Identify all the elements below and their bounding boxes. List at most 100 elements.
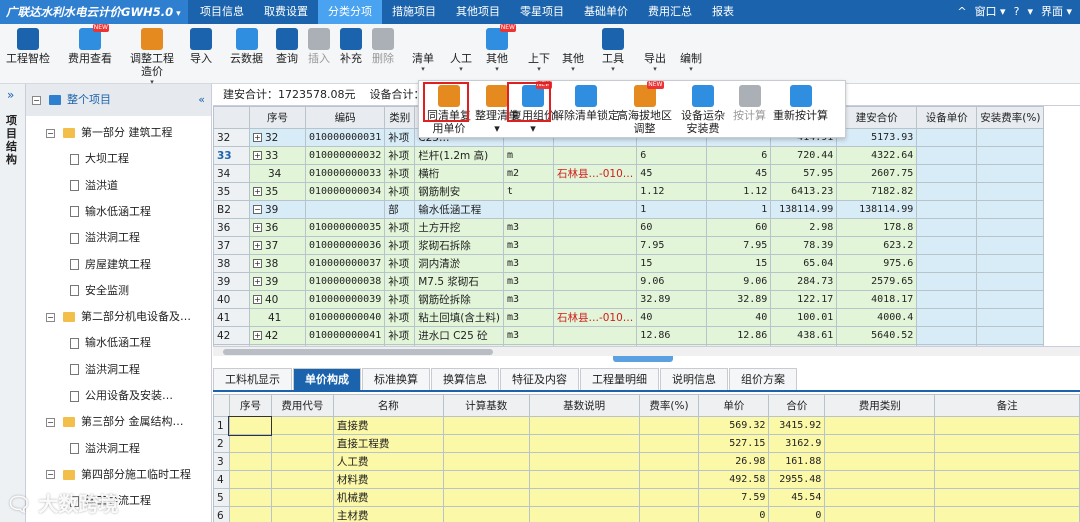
expand-icon[interactable]: + bbox=[253, 259, 262, 268]
expand-icon[interactable]: + bbox=[253, 187, 262, 196]
category-cell[interactable]: 补项 bbox=[384, 308, 416, 327]
total-price-cell[interactable]: 4322.64 bbox=[836, 146, 918, 165]
expression-cell[interactable]: 15 bbox=[636, 254, 708, 273]
remark-cell[interactable] bbox=[934, 488, 1080, 507]
unit-price-cell[interactable]: 0 bbox=[698, 506, 770, 522]
install-rate-cell[interactable] bbox=[976, 272, 1045, 291]
equipment-price-cell[interactable] bbox=[916, 200, 978, 219]
base-cell[interactable] bbox=[442, 488, 530, 507]
seq-cell[interactable] bbox=[228, 488, 272, 507]
menu-item[interactable]: 措施项目 bbox=[382, 0, 446, 24]
tree-leaf[interactable]: 溢洪洞工程 bbox=[70, 225, 140, 251]
install-rate-cell[interactable] bbox=[976, 128, 1045, 147]
total-price-cell[interactable]: 0 bbox=[768, 506, 826, 522]
name-cell[interactable]: 材料费 bbox=[332, 470, 444, 489]
table-row[interactable]: 37 +37 010000000036 补项 浆砌石拆除 m3 7.95 7.95 78.39 6… bbox=[213, 236, 1045, 255]
code-cell[interactable]: 010000000038 bbox=[304, 272, 386, 291]
collapse-toggle-icon[interactable]: − bbox=[46, 312, 55, 322]
code-cell[interactable] bbox=[270, 416, 334, 435]
total-price-cell[interactable]: 178.8 bbox=[836, 218, 918, 237]
column-header[interactable]: 单价 bbox=[698, 394, 770, 417]
window-menu[interactable]: 窗口 ▾ bbox=[975, 0, 1006, 24]
expression-cell[interactable]: 1 bbox=[636, 200, 708, 219]
base-desc-cell[interactable] bbox=[528, 452, 640, 471]
ribbon-button[interactable]: 编制 ▾ bbox=[680, 26, 702, 73]
fee-type-cell[interactable] bbox=[824, 488, 936, 507]
ribbon-button[interactable]: 导入 bbox=[190, 26, 212, 65]
equipment-price-cell[interactable] bbox=[916, 272, 978, 291]
seq-cell[interactable]: 34 bbox=[249, 164, 306, 183]
code-cell[interactable] bbox=[270, 452, 334, 471]
app-title[interactable]: 广联达水利水电云计价GWH5.0 ▾ bbox=[0, 0, 188, 24]
equipment-price-cell[interactable] bbox=[916, 308, 978, 327]
total-price-cell[interactable]: 2955.48 bbox=[768, 470, 826, 489]
dropdown-tool-button[interactable]: NEW 高海拔地区 调整 bbox=[617, 81, 672, 135]
table-row[interactable]: 39 +39 010000000038 补项 M7.5 浆砌石 m3 9.06 9.06 284… bbox=[213, 272, 1045, 291]
collapse-toggle-icon[interactable]: − bbox=[46, 128, 55, 138]
table-row[interactable]: 4 材料费 492.58 2955.48 bbox=[213, 470, 1080, 489]
column-header[interactable]: 序号 bbox=[249, 106, 306, 129]
seq-cell[interactable] bbox=[228, 470, 272, 489]
tree-folder[interactable]: − 第二部分机电设备及… bbox=[46, 304, 191, 330]
remark-cell[interactable] bbox=[934, 434, 1080, 453]
unit-cell[interactable]: m3 bbox=[502, 254, 554, 273]
detail-tab[interactable]: 工程量明细 bbox=[580, 368, 659, 390]
location-cell[interactable] bbox=[552, 218, 638, 237]
rate-cell[interactable] bbox=[638, 506, 700, 522]
seq-cell[interactable]: 41 bbox=[249, 308, 306, 327]
row-header[interactable]: 32 bbox=[213, 128, 250, 147]
quantity-cell[interactable]: 6 bbox=[706, 146, 772, 165]
ribbon-button[interactable]: 查询 bbox=[276, 26, 298, 65]
seq-cell[interactable]: −39 bbox=[249, 200, 306, 219]
tree-folder[interactable]: − 第三部分 金属结构… bbox=[46, 409, 184, 435]
ribbon-button[interactable]: 插入 bbox=[308, 26, 330, 65]
code-cell[interactable]: 010000000041 bbox=[304, 326, 386, 345]
seq-cell[interactable]: +40 bbox=[249, 290, 306, 309]
row-header[interactable]: 4 bbox=[213, 470, 230, 489]
ribbon-button[interactable]: 删除 bbox=[372, 26, 394, 65]
total-price-cell[interactable]: 2579.65 bbox=[836, 272, 918, 291]
install-rate-cell[interactable] bbox=[976, 218, 1045, 237]
category-cell[interactable]: 补项 bbox=[384, 218, 416, 237]
remark-cell[interactable] bbox=[934, 416, 1080, 435]
expression-cell[interactable]: 40 bbox=[636, 308, 708, 327]
expand-icon[interactable]: + bbox=[253, 241, 262, 250]
expression-cell[interactable]: 7.95 bbox=[636, 236, 708, 255]
menu-item[interactable]: 基础单价 bbox=[574, 0, 638, 24]
equipment-price-cell[interactable] bbox=[916, 290, 978, 309]
quantity-cell[interactable]: 40 bbox=[706, 308, 772, 327]
code-cell[interactable]: 010000000037 bbox=[304, 254, 386, 273]
rate-cell[interactable] bbox=[638, 416, 700, 435]
collapse-panel-icon[interactable]: « bbox=[198, 84, 205, 116]
name-cell[interactable]: 浆砌石拆除 bbox=[414, 236, 504, 255]
unit-price-cell[interactable]: 438.61 bbox=[770, 326, 838, 345]
row-header[interactable]: 36 bbox=[213, 218, 250, 237]
name-cell[interactable]: 进水口 C25 砼 bbox=[414, 326, 504, 345]
category-cell[interactable]: 补项 bbox=[384, 164, 416, 183]
name-cell[interactable]: 洞内清淤 bbox=[414, 254, 504, 273]
category-cell[interactable]: 部 bbox=[384, 200, 416, 219]
total-price-cell[interactable]: 138114.99 bbox=[836, 200, 918, 219]
column-header[interactable]: 序号 bbox=[228, 394, 272, 417]
dropdown-tool-button[interactable]: 按计算 bbox=[733, 85, 766, 122]
location-cell[interactable] bbox=[552, 182, 638, 201]
row-header[interactable]: 5 bbox=[213, 488, 230, 507]
code-cell[interactable]: 010000000034 bbox=[304, 182, 386, 201]
tree-leaf[interactable]: 大坝工程 bbox=[70, 146, 129, 172]
equipment-price-cell[interactable] bbox=[916, 218, 978, 237]
quantity-cell[interactable]: 60 bbox=[706, 218, 772, 237]
menu-item[interactable]: 零星项目 bbox=[510, 0, 574, 24]
row-header[interactable]: B2 bbox=[213, 200, 250, 219]
category-cell[interactable]: 补项 bbox=[384, 272, 416, 291]
table-row[interactable]: 5 机械费 7.59 45.54 bbox=[213, 488, 1080, 507]
unit-price-cell[interactable]: 720.44 bbox=[770, 146, 838, 165]
total-price-cell[interactable]: 975.6 bbox=[836, 254, 918, 273]
panel-splitter[interactable] bbox=[213, 356, 1080, 364]
unit-price-cell[interactable]: 527.15 bbox=[698, 434, 770, 453]
install-rate-cell[interactable] bbox=[976, 326, 1045, 345]
dropdown-tool-button[interactable]: 解除清单锁定 bbox=[553, 85, 619, 122]
row-header[interactable]: 38 bbox=[213, 254, 250, 273]
code-cell[interactable]: 010000000033 bbox=[304, 164, 386, 183]
collapse-ribbon-button[interactable]: ^ bbox=[957, 0, 966, 24]
seq-cell[interactable]: +37 bbox=[249, 236, 306, 255]
